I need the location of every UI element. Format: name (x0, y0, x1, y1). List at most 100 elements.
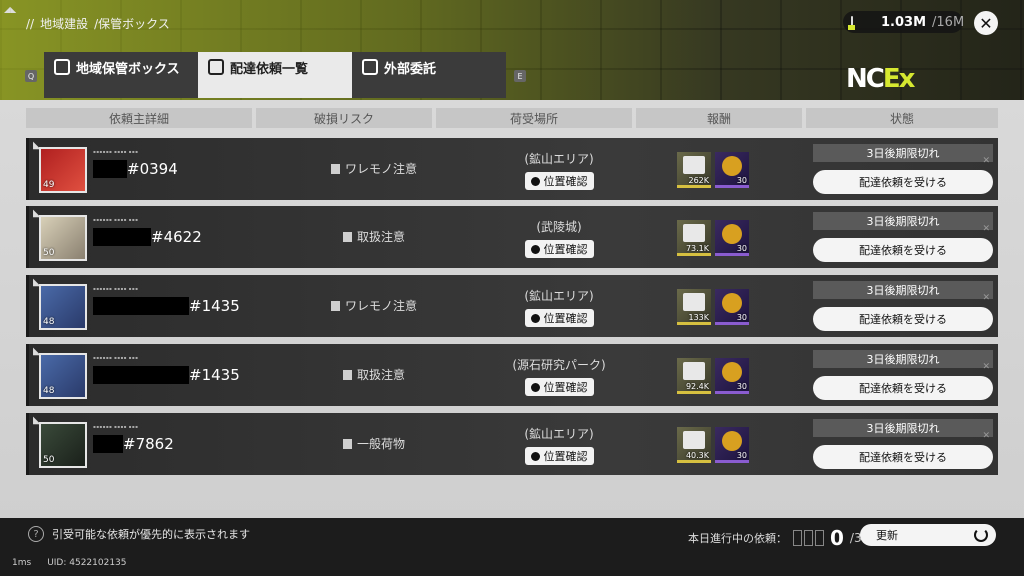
house-icon (208, 59, 224, 75)
reward-coin[interactable]: 30 (715, 427, 749, 463)
avatar[interactable]: 50 (39, 215, 87, 261)
locate-label: 位置確認 (543, 381, 588, 394)
key-hint-q[interactable]: Q (25, 70, 37, 82)
coin-amount: 30 (736, 313, 747, 322)
money-amount: 133K (688, 313, 709, 322)
locate-button[interactable]: 位置確認 (524, 378, 594, 396)
damage-risk: ワレモノ注意 (299, 160, 449, 177)
avatar[interactable]: 48 (39, 353, 87, 399)
client-id: #1435 (189, 366, 240, 384)
risk-label: 一般荷物 (356, 437, 405, 451)
risk-icon (330, 163, 340, 174)
col-place: 荷受場所 (436, 108, 632, 128)
avatar[interactable]: 48 (39, 284, 87, 330)
breadcrumb-item[interactable]: 地域建設 (40, 15, 88, 32)
client-level: 49 (43, 180, 55, 190)
accept-request-button[interactable]: 配達依頼を受ける (813, 238, 993, 262)
place-name: (武陵城) (536, 220, 582, 234)
rewards: 73.1K 30 (677, 220, 749, 256)
redacted-name (93, 297, 189, 315)
accept-request-button[interactable]: 配達依頼を受ける (813, 376, 993, 400)
tab-bar: 地域保管ボックス 配達依頼一覧 外部委託 (44, 52, 506, 98)
money-icon (683, 224, 705, 242)
client-name: #1435 (93, 297, 240, 315)
damage-risk: 一般荷物 (299, 435, 449, 452)
client-level: 50 (43, 248, 55, 258)
help-icon[interactable]: ? (28, 526, 44, 542)
tab-outsource[interactable]: 外部委託 (352, 52, 506, 98)
table-row: ◣ 49 ▪▪▪▪▪▪ ▪▪▪▪ ▪▪▪ #0394 ワレモノ注意 (鉱山エリア… (26, 138, 998, 200)
reward-money[interactable]: 40.3K (677, 427, 711, 463)
damage-risk: 取扱注意 (299, 366, 449, 383)
refresh-button[interactable]: 更新 (860, 524, 996, 546)
avatar[interactable]: 49 (39, 147, 87, 193)
reward-money[interactable]: 92.4K (677, 358, 711, 394)
dismiss-icon: ✕ (982, 156, 990, 166)
coin-icon (722, 431, 742, 451)
coin-amount: 30 (736, 244, 747, 253)
close-button[interactable]: ✕ (974, 11, 998, 35)
rewards: 133K 30 (677, 289, 749, 325)
tab-label: 配達依頼一覧 (230, 62, 309, 77)
coin-amount: 30 (736, 382, 747, 391)
rewards: 262K 30 (677, 152, 749, 188)
hint-text: ? 引受可能な依頼が優先的に表示されます (28, 526, 250, 542)
delivery-place: (源石研究パーク) 位置確認 (474, 356, 644, 396)
progress-boxes-icon (793, 530, 824, 546)
resource-cap: /16M (932, 14, 965, 30)
reward-money[interactable]: 262K (677, 152, 711, 188)
reward-money[interactable]: 133K (677, 289, 711, 325)
redacted-name (93, 366, 189, 384)
outsource-icon (362, 59, 378, 75)
locate-button[interactable]: 位置確認 (524, 309, 594, 327)
logo-accent: Ex (882, 64, 916, 94)
accept-request-button[interactable]: 配達依頼を受ける (813, 445, 993, 469)
reward-coin[interactable]: 30 (715, 220, 749, 256)
avatar[interactable]: 50 (39, 422, 87, 468)
table-header: 依頼主詳細 破損リスク 荷受場所 報酬 状態 (26, 108, 998, 128)
accept-request-button[interactable]: 配達依頼を受ける (813, 307, 993, 331)
client-subtext-deco: ▪▪▪▪▪▪ ▪▪▪▪ ▪▪▪ (93, 286, 139, 291)
redacted-name (93, 228, 151, 246)
client-name: #1435 (93, 366, 240, 384)
breadcrumb-sep-icon: // (26, 16, 35, 31)
delivery-place: (鉱山エリア) 位置確認 (474, 150, 644, 190)
col-reward: 報酬 (636, 108, 802, 128)
location-pin-icon (530, 244, 540, 254)
risk-icon (342, 438, 352, 449)
client-name: #0394 (93, 160, 178, 178)
coin-icon (722, 293, 742, 313)
col-status: 状態 (806, 108, 998, 128)
today-label: 本日進行中の依頼： (688, 532, 787, 545)
locate-button[interactable]: 位置確認 (524, 172, 594, 190)
table-row: ◣ 50 ▪▪▪▪▪▪ ▪▪▪▪ ▪▪▪ #7862 一般荷物 (鉱山エリア) … (26, 413, 998, 475)
key-hint-e[interactable]: E (514, 70, 526, 82)
tab-storage-box[interactable]: 地域保管ボックス (44, 52, 198, 98)
client-level: 48 (43, 386, 55, 396)
damage-risk: ワレモノ注意 (299, 297, 449, 314)
reward-coin[interactable]: 30 (715, 289, 749, 325)
reward-coin[interactable]: 30 (715, 358, 749, 394)
money-icon (683, 431, 705, 449)
risk-label: ワレモノ注意 (344, 162, 417, 176)
locate-button[interactable]: 位置確認 (524, 447, 594, 465)
accept-request-button[interactable]: 配達依頼を受ける (813, 170, 993, 194)
client-id: #7862 (123, 435, 174, 453)
locate-button[interactable]: 位置確認 (524, 240, 594, 258)
reward-money[interactable]: 73.1K (677, 220, 711, 256)
table-row: ◣ 48 ▪▪▪▪▪▪ ▪▪▪▪ ▪▪▪ #1435 ワレモノ注意 (鉱山エリア… (26, 275, 998, 337)
tab-delivery-list[interactable]: 配達依頼一覧 (198, 52, 352, 98)
client-subtext-deco: ▪▪▪▪▪▪ ▪▪▪▪ ▪▪▪ (93, 424, 139, 429)
reward-coin[interactable]: 30 (715, 152, 749, 188)
money-icon (683, 362, 705, 380)
locate-label: 位置確認 (543, 243, 588, 256)
client-subtext-deco: ▪▪▪▪▪▪ ▪▪▪▪ ▪▪▪ (93, 149, 139, 154)
dismiss-icon: ✕ (982, 293, 990, 303)
logo-main: NC (846, 64, 885, 94)
locate-label: 位置確認 (543, 175, 588, 188)
money-amount: 262K (688, 176, 709, 185)
ping-value: 1ms (12, 558, 32, 568)
locate-label: 位置確認 (543, 450, 588, 463)
client-subtext-deco: ▪▪▪▪▪▪ ▪▪▪▪ ▪▪▪ (93, 217, 139, 222)
dismiss-icon: ✕ (982, 431, 990, 441)
